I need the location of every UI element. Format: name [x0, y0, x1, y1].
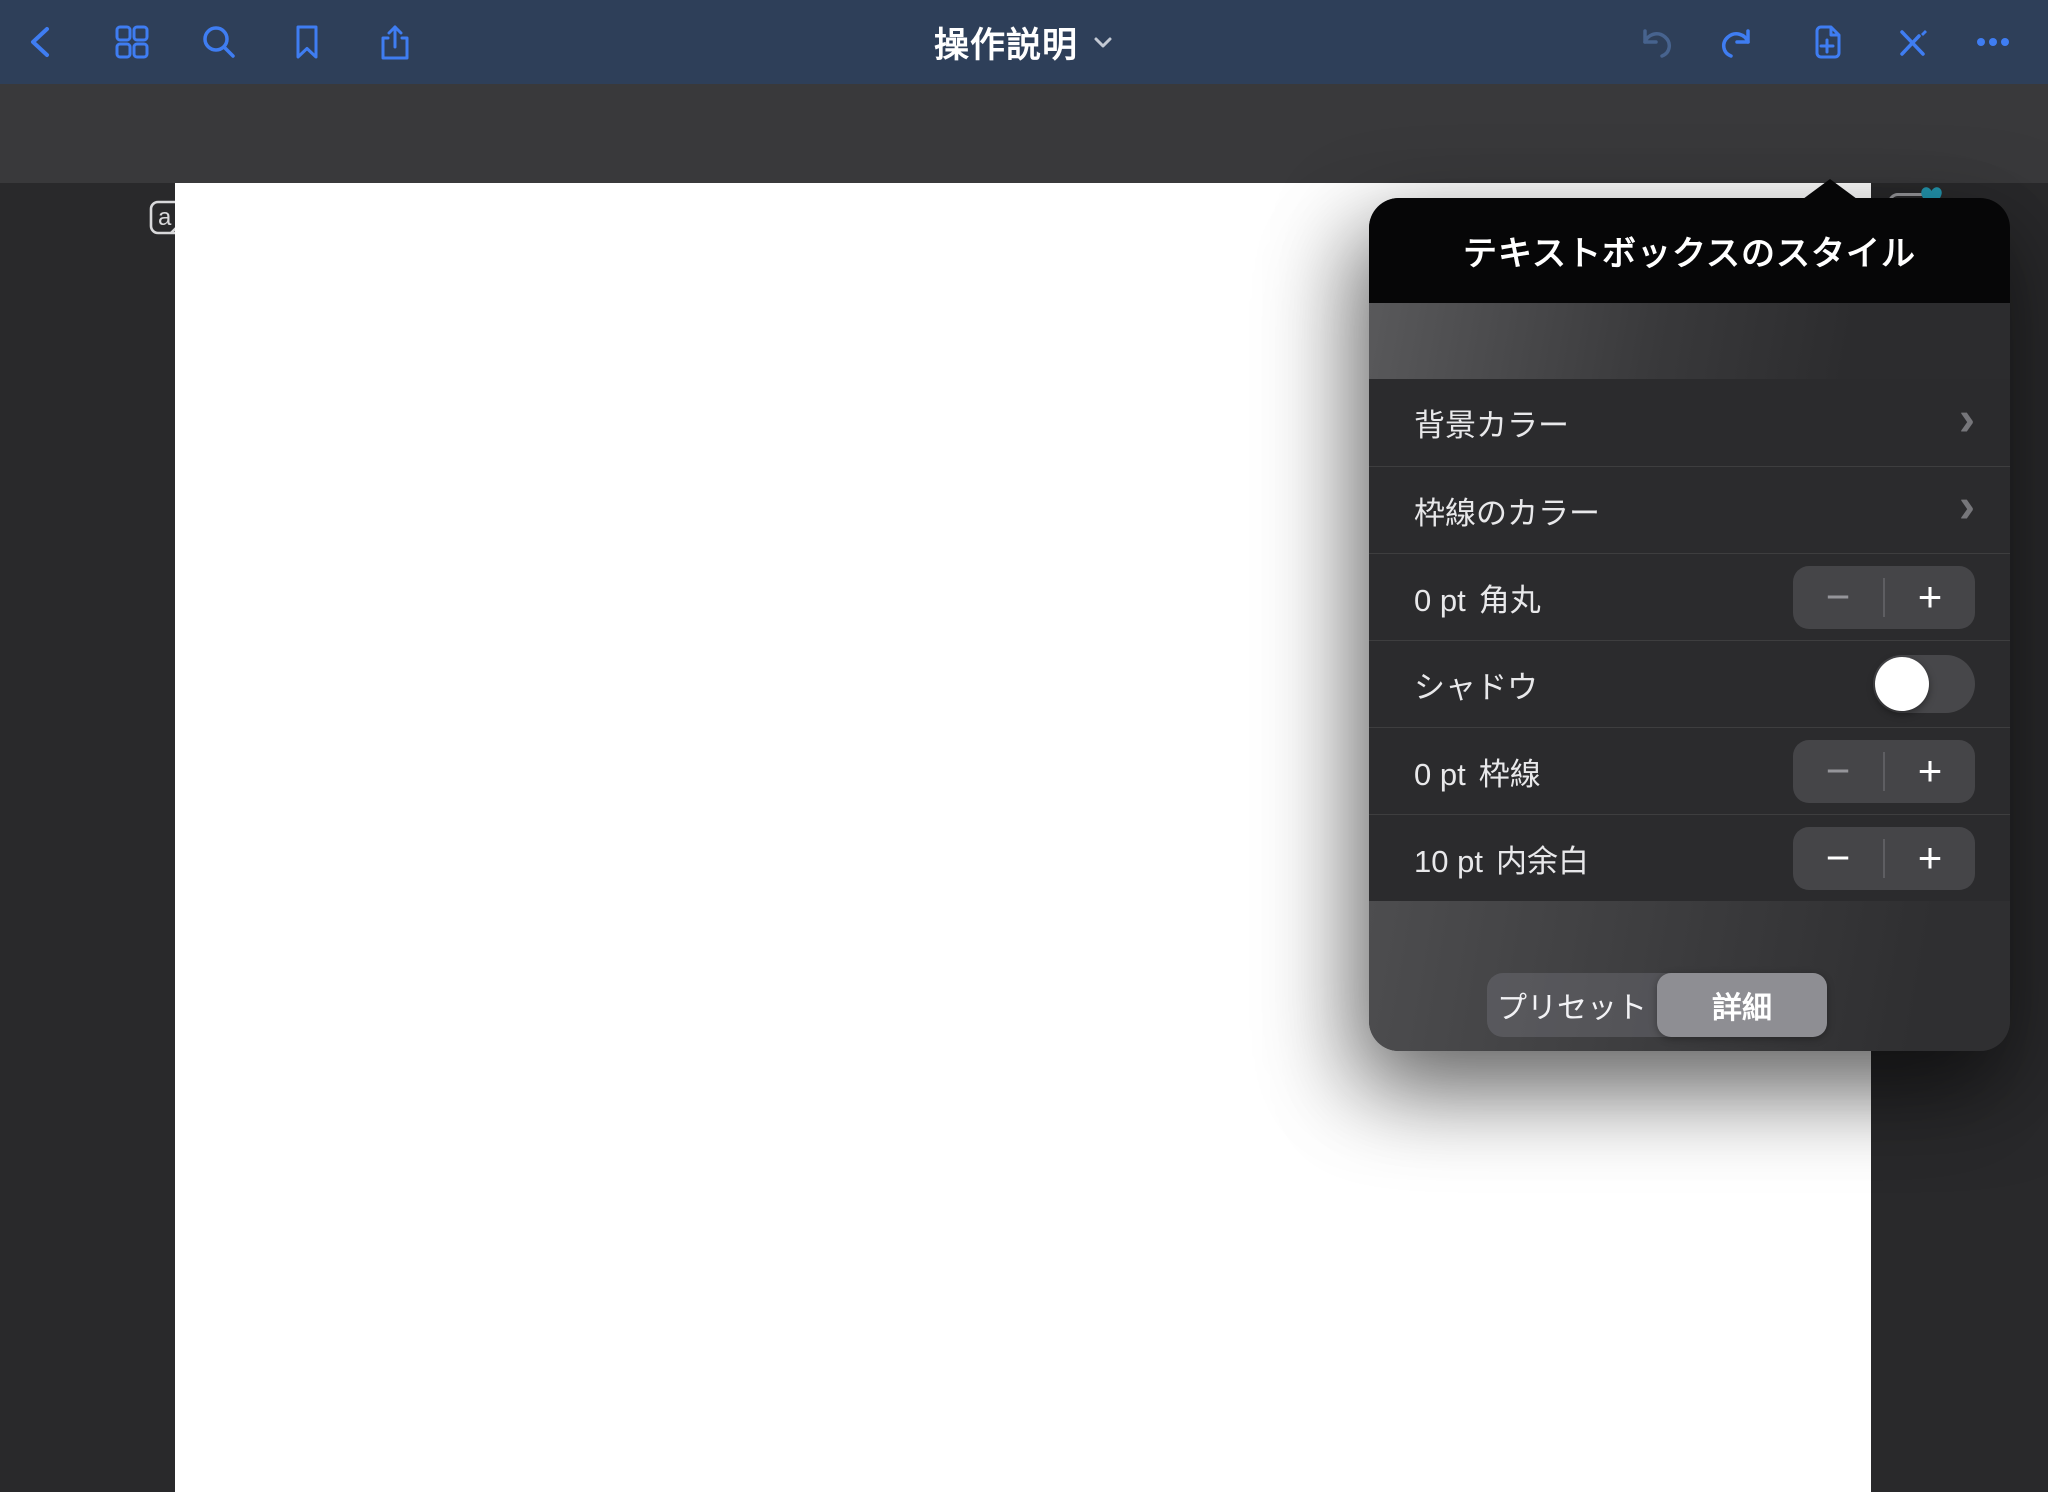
toggle-knob: [1875, 657, 1929, 711]
preset-tab[interactable]: プリセット: [1487, 973, 1657, 1037]
plus-button[interactable]: +: [1885, 827, 1975, 890]
minus-button[interactable]: −: [1793, 566, 1883, 629]
minus-button[interactable]: −: [1793, 827, 1883, 890]
row-label: 0 pt 角丸: [1414, 575, 1541, 620]
row-label: 10 pt 内余白: [1414, 836, 1589, 881]
bookmark-icon: [285, 20, 329, 64]
row-border-width: 0 pt 枠線 − +: [1369, 727, 2010, 814]
border-width-value: 0 pt: [1414, 757, 1466, 793]
padding-label: 内余白: [1496, 836, 1589, 881]
minus-button[interactable]: −: [1793, 740, 1883, 803]
redo-button[interactable]: [1710, 14, 1766, 70]
popover-preview-band: [1369, 303, 2010, 379]
padding-value: 10 pt: [1414, 844, 1483, 880]
row-border-color[interactable]: 枠線のカラー ›: [1369, 466, 2010, 553]
title-chevron-down-icon[interactable]: [1092, 32, 1114, 52]
top-navigation-bar: 操作説明: [0, 0, 2048, 84]
row-label: シャドウ: [1414, 662, 1538, 707]
corner-radius-value: 0 pt: [1414, 583, 1466, 619]
back-button[interactable]: [14, 14, 70, 70]
plus-button[interactable]: +: [1885, 566, 1975, 629]
add-page-icon: [1805, 20, 1849, 64]
row-background-color[interactable]: 背景カラー ›: [1369, 379, 2010, 466]
redo-icon: [1715, 20, 1761, 64]
detail-tab-selected[interactable]: 詳細: [1657, 973, 1827, 1037]
preset-detail-segmented-control: プリセット 詳細: [1487, 973, 1827, 1037]
search-icon: [197, 20, 241, 64]
row-label: 0 pt 枠線: [1414, 749, 1541, 794]
add-page-button[interactable]: [1799, 14, 1855, 70]
pen-cross-icon: [1890, 20, 1934, 64]
row-label: 枠線のカラー: [1414, 488, 1600, 533]
popover-title: テキストボックスのスタイル: [1463, 226, 1916, 275]
textbox-style-popover: テキストボックスのスタイル 背景カラー › 枠線のカラー › 0 pt 角丸 −…: [1369, 198, 2010, 1051]
scribble-toggle-button[interactable]: [1884, 14, 1940, 70]
popover-caret: [1803, 179, 1857, 199]
search-button[interactable]: [191, 14, 247, 70]
more-button[interactable]: [1965, 14, 2021, 70]
padding-stepper: − +: [1793, 827, 1975, 890]
back-icon: [20, 20, 64, 64]
undo-button[interactable]: [1627, 14, 1683, 70]
border-width-stepper: − +: [1793, 740, 1975, 803]
more-icon: [1970, 20, 2016, 64]
share-button[interactable]: [367, 14, 423, 70]
page-title[interactable]: 操作説明: [934, 17, 1078, 68]
popover-header: テキストボックスのスタイル: [1369, 198, 2010, 303]
row-corner-radius: 0 pt 角丸 − +: [1369, 553, 2010, 640]
pages-grid-icon: [110, 20, 154, 64]
shadow-toggle-off[interactable]: [1873, 655, 1975, 713]
border-width-label: 枠線: [1479, 749, 1541, 794]
popover-footer: プリセット 詳細: [1369, 901, 2010, 1051]
tools-toolbar: a: [0, 84, 2048, 183]
corner-radius-label: 角丸: [1479, 575, 1541, 620]
share-icon: [373, 20, 417, 64]
undo-icon: [1632, 20, 1678, 64]
bookmark-button[interactable]: [279, 14, 335, 70]
row-label: 背景カラー: [1414, 400, 1569, 445]
row-shadow: シャドウ: [1369, 640, 2010, 727]
pages-overview-button[interactable]: [104, 14, 160, 70]
notes-app-window: 操作説明: [0, 0, 2048, 1492]
corner-radius-stepper: − +: [1793, 566, 1975, 629]
svg-text:a: a: [158, 204, 172, 231]
plus-button[interactable]: +: [1885, 740, 1975, 803]
row-padding: 10 pt 内余白 − +: [1369, 814, 2010, 901]
